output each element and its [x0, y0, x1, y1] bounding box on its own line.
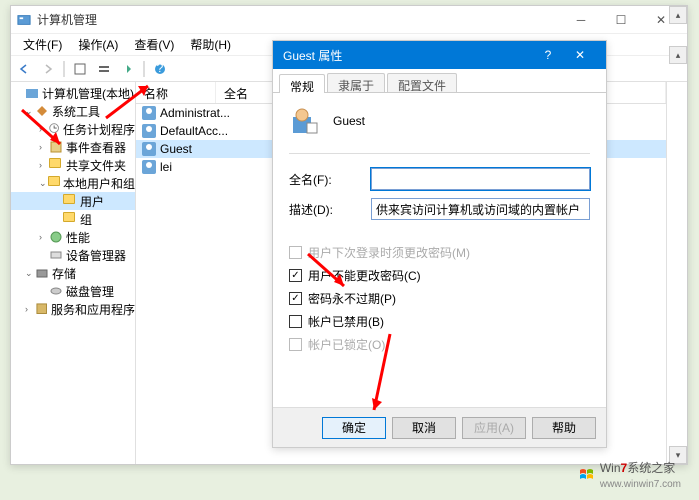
- ok-button[interactable]: 确定: [322, 417, 386, 439]
- tree-pane: 计算机管理(本地) ⌄系统工具 ›任务计划程序 ›事件查看器 ›共享文件夹 ⌄本…: [11, 82, 136, 464]
- menu-view[interactable]: 查看(V): [126, 34, 182, 55]
- menu-action[interactable]: 操作(A): [70, 34, 126, 55]
- cancel-button[interactable]: 取消: [392, 417, 456, 439]
- checkbox-account-disabled[interactable]: [289, 315, 302, 328]
- window-title: 计算机管理: [37, 11, 561, 28]
- tab-profile[interactable]: 配置文件: [387, 73, 457, 92]
- checkbox-cannot-change[interactable]: [289, 269, 302, 282]
- user-icon: [142, 124, 156, 138]
- tree-root[interactable]: 计算机管理(本地): [11, 84, 135, 102]
- user-icon: [142, 106, 156, 120]
- windows-logo-icon: [578, 466, 596, 484]
- toolbar-sep: [63, 61, 65, 77]
- menu-file[interactable]: 文件(F): [15, 34, 70, 55]
- scroll-up-icon[interactable]: ▴: [669, 46, 687, 64]
- fullname-input[interactable]: [371, 168, 590, 190]
- col-name[interactable]: 名称: [136, 82, 216, 103]
- checkbox-row-disabled[interactable]: 帐户已禁用(B): [289, 313, 590, 330]
- dialog-title: Guest 属性: [283, 47, 532, 64]
- checkbox-locked: [289, 338, 302, 351]
- dialog-footer: 确定 取消 应用(A) 帮助: [273, 407, 606, 447]
- forward-button[interactable]: [39, 60, 57, 78]
- back-button[interactable]: [15, 60, 33, 78]
- toolbar-sep2: [143, 61, 145, 77]
- tree-diskmgr[interactable]: 磁盘管理: [11, 282, 135, 300]
- toolbar-btn-2[interactable]: [95, 60, 113, 78]
- divider: [289, 153, 590, 154]
- tree-localusers[interactable]: ⌄本地用户和组: [11, 174, 135, 192]
- checkbox-row-cannot-change[interactable]: 用户不能更改密码(C): [289, 267, 590, 284]
- username-label: Guest: [333, 114, 365, 128]
- description-input[interactable]: [371, 198, 590, 220]
- checkbox-row-never-expire[interactable]: 密码永不过期(P): [289, 290, 590, 307]
- tree-devmgr[interactable]: 设备管理器: [11, 246, 135, 264]
- help-button[interactable]: ?: [151, 60, 169, 78]
- apply-button[interactable]: 应用(A): [462, 417, 526, 439]
- tab-general[interactable]: 常规: [279, 74, 325, 93]
- user-icon: [142, 142, 156, 156]
- properties-dialog: Guest 属性 ? ✕ 常规 隶属于 配置文件 Guest 全名(F): 描述…: [272, 40, 607, 448]
- tree-services[interactable]: ›服务和应用程序: [11, 300, 135, 318]
- checkbox-row-must-change: 用户下次登录时须更改密码(M): [289, 244, 590, 261]
- scroll-up-icon[interactable]: ▴: [669, 6, 687, 24]
- minimize-button[interactable]: ─: [561, 7, 601, 33]
- help-button[interactable]: 帮助: [532, 417, 596, 439]
- dialog-titlebar: Guest 属性 ? ✕: [273, 41, 606, 69]
- dialog-close-button[interactable]: ✕: [564, 48, 596, 62]
- actions-pane: ▴ ▴ ▾: [667, 82, 687, 464]
- tree-users[interactable]: 用户: [11, 192, 135, 210]
- tree-task[interactable]: ›任务计划程序: [11, 120, 135, 138]
- user-large-icon: [289, 105, 321, 137]
- user-icon: [142, 160, 156, 174]
- tree-event[interactable]: ›事件查看器: [11, 138, 135, 156]
- toolbar-btn-3[interactable]: [119, 60, 137, 78]
- app-icon: [17, 13, 31, 27]
- checkbox-row-locked: 帐户已锁定(O): [289, 336, 590, 353]
- fullname-label: 全名(F):: [289, 171, 371, 188]
- tree-groups[interactable]: 组: [11, 210, 135, 228]
- watermark: Win7系统之家 www.winwin7.com: [578, 459, 681, 490]
- tree-systools[interactable]: ⌄系统工具: [11, 102, 135, 120]
- dialog-help-button[interactable]: ?: [532, 48, 564, 62]
- checkbox-must-change: [289, 246, 302, 259]
- titlebar: 计算机管理 ─ ☐ ✕: [11, 6, 687, 34]
- menu-help[interactable]: 帮助(H): [182, 34, 239, 55]
- toolbar-btn-1[interactable]: [71, 60, 89, 78]
- dialog-body: Guest 全名(F): 描述(D): 用户下次登录时须更改密码(M) 用户不能…: [273, 93, 606, 371]
- svg-text:?: ?: [157, 63, 164, 75]
- tree-perf[interactable]: ›性能: [11, 228, 135, 246]
- dialog-tabs: 常规 隶属于 配置文件: [273, 69, 606, 93]
- tab-memberof[interactable]: 隶属于: [327, 73, 385, 92]
- tree-shared[interactable]: ›共享文件夹: [11, 156, 135, 174]
- tree-storage[interactable]: ⌄存储: [11, 264, 135, 282]
- checkbox-never-expire[interactable]: [289, 292, 302, 305]
- description-label: 描述(D):: [289, 201, 371, 218]
- maximize-button[interactable]: ☐: [601, 7, 641, 33]
